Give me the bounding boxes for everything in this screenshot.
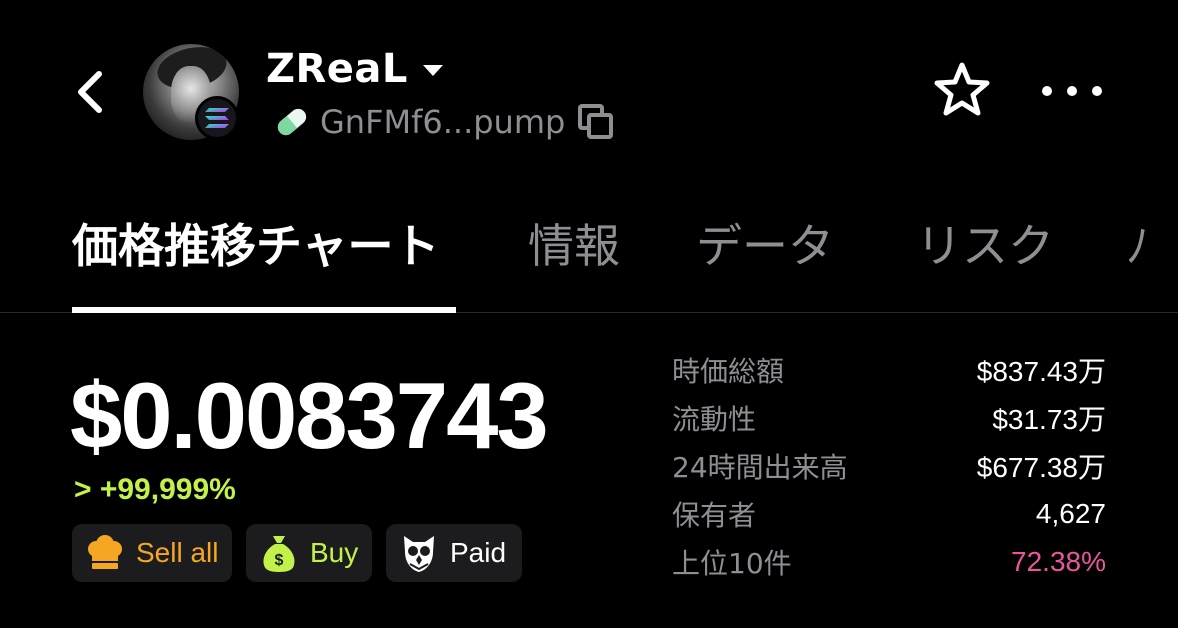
tab-info[interactable]: 情報 bbox=[528, 214, 620, 278]
owl-icon bbox=[404, 536, 434, 572]
money-bag-icon: $ bbox=[263, 536, 295, 572]
stat-value: $677.38万 bbox=[976, 452, 1106, 483]
stat-row-holders: 保有者 4,627 bbox=[672, 490, 1106, 538]
token-avatar bbox=[143, 44, 239, 140]
tab-data[interactable]: データ bbox=[696, 214, 834, 278]
chevron-left-icon bbox=[78, 71, 102, 113]
paid-button[interactable]: Paid bbox=[386, 524, 522, 582]
token-name[interactable]: ZReaL bbox=[266, 44, 408, 94]
paid-label: Paid bbox=[450, 537, 507, 568]
tab-price-chart[interactable]: 価格推移チャート bbox=[72, 214, 440, 278]
solana-icon bbox=[195, 96, 239, 140]
tab-risk[interactable]: リスク bbox=[916, 214, 1054, 278]
stat-row-volume-24h: 24時間出来高 $677.38万 bbox=[672, 442, 1106, 490]
stat-value: 4,627 bbox=[1035, 498, 1106, 529]
pill-icon bbox=[277, 108, 307, 136]
buy-label: Buy bbox=[310, 537, 359, 568]
chef-hat-icon bbox=[88, 535, 122, 569]
token-stats: 時価総額 $837.43万 流動性 $31.73万 24時間出来高 $677.3… bbox=[672, 346, 1106, 586]
copy-icon[interactable] bbox=[577, 103, 615, 141]
stat-label: 流動性 bbox=[672, 403, 757, 436]
stat-row-top10: 上位10件 72.38% bbox=[672, 538, 1106, 586]
stat-label: 保有者 bbox=[672, 499, 757, 532]
stat-value: $31.73万 bbox=[992, 404, 1106, 435]
active-tab-indicator bbox=[72, 307, 456, 313]
stat-row-liquidity: 流動性 $31.73万 bbox=[672, 394, 1106, 442]
stat-label: 24時間出来高 bbox=[672, 451, 848, 484]
stat-label: 上位10件 bbox=[672, 547, 792, 580]
tab-more[interactable]: ﾉ bbox=[1126, 214, 1149, 278]
sell-all-label: Sell all bbox=[136, 537, 219, 568]
back-button[interactable] bbox=[62, 62, 118, 122]
price-change: > +99,999% bbox=[74, 473, 236, 506]
caret-down-icon[interactable] bbox=[420, 60, 446, 80]
stat-value: $837.43万 bbox=[976, 356, 1106, 387]
stat-label: 時価総額 bbox=[672, 355, 785, 388]
more-horizontal-icon[interactable] bbox=[1042, 74, 1102, 108]
buy-button[interactable]: $ Buy bbox=[246, 524, 372, 582]
star-outline-icon[interactable] bbox=[932, 60, 992, 120]
svg-text:$: $ bbox=[275, 552, 284, 569]
stat-row-market-cap: 時価総額 $837.43万 bbox=[672, 346, 1106, 394]
sell-all-button[interactable]: Sell all bbox=[72, 524, 232, 582]
token-address: GnFMf6...pump bbox=[320, 103, 566, 141]
stat-value-top10: 72.38% bbox=[1011, 546, 1106, 577]
token-price: $0.0083743 bbox=[70, 363, 549, 468]
address-row: GnFMf6...pump bbox=[272, 102, 615, 142]
